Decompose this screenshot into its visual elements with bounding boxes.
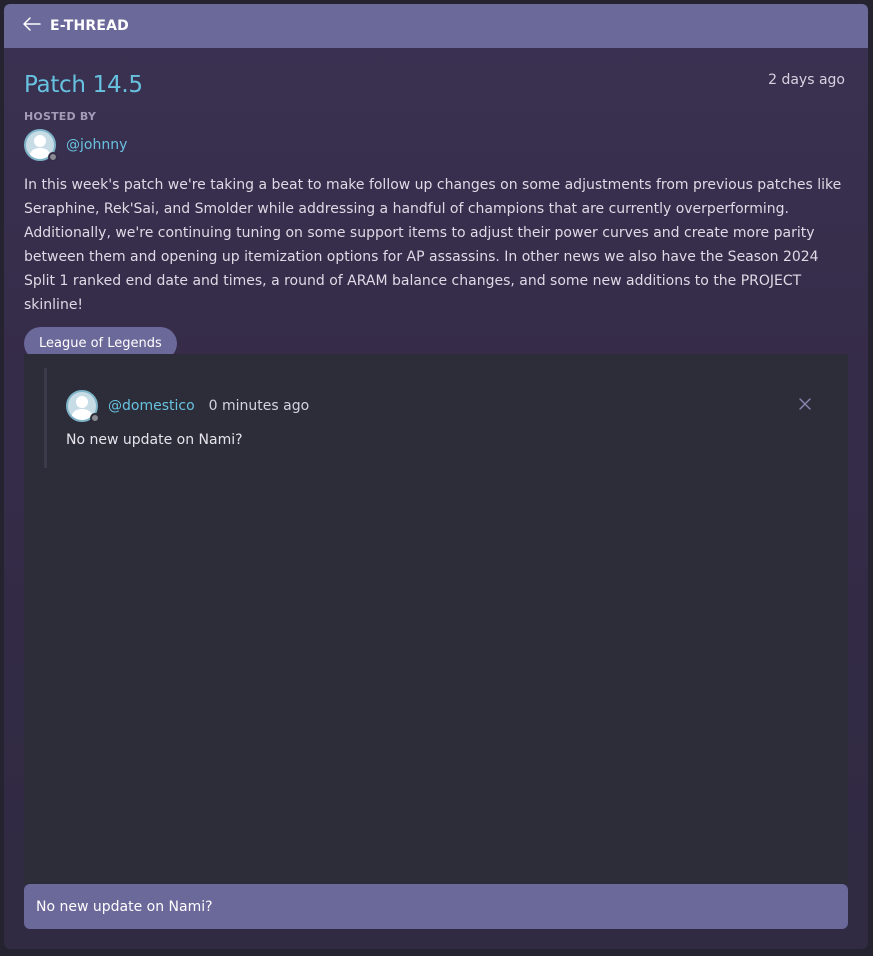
- reply-input[interactable]: No new update on Nami?: [24, 884, 848, 929]
- comment-username[interactable]: @domestico: [108, 398, 195, 414]
- status-dot: [90, 413, 100, 423]
- post: Patch 14.5 2 days ago HOSTED BY @johnny …: [4, 48, 868, 360]
- host-username[interactable]: @johnny: [66, 137, 127, 153]
- post-title: Patch 14.5: [24, 72, 143, 98]
- close-icon[interactable]: [798, 396, 814, 412]
- comment-avatar[interactable]: [66, 390, 100, 423]
- host-row: @johnny: [24, 129, 848, 162]
- arrow-left-icon[interactable]: [22, 14, 42, 34]
- comment: @domestico 0 minutes ago No new update o…: [44, 368, 814, 468]
- post-body: In this week's patch we're taking a beat…: [24, 177, 842, 313]
- comment-text: No new update on Nami?: [66, 432, 243, 448]
- comments-panel[interactable]: @domestico 0 minutes ago No new update o…: [24, 354, 848, 884]
- host-avatar[interactable]: [24, 129, 58, 162]
- post-timestamp: 2 days ago: [768, 72, 845, 88]
- hosted-by-label: HOSTED BY: [24, 110, 97, 123]
- thread-window: E-THREAD Patch 14.5 2 days ago HOSTED BY…: [4, 4, 868, 949]
- comment-header: @domestico 0 minutes ago: [66, 390, 310, 423]
- status-dot: [48, 152, 58, 162]
- comment-timestamp: 0 minutes ago: [208, 398, 310, 414]
- top-bar: E-THREAD: [4, 4, 868, 48]
- page-title: E-THREAD: [50, 18, 129, 34]
